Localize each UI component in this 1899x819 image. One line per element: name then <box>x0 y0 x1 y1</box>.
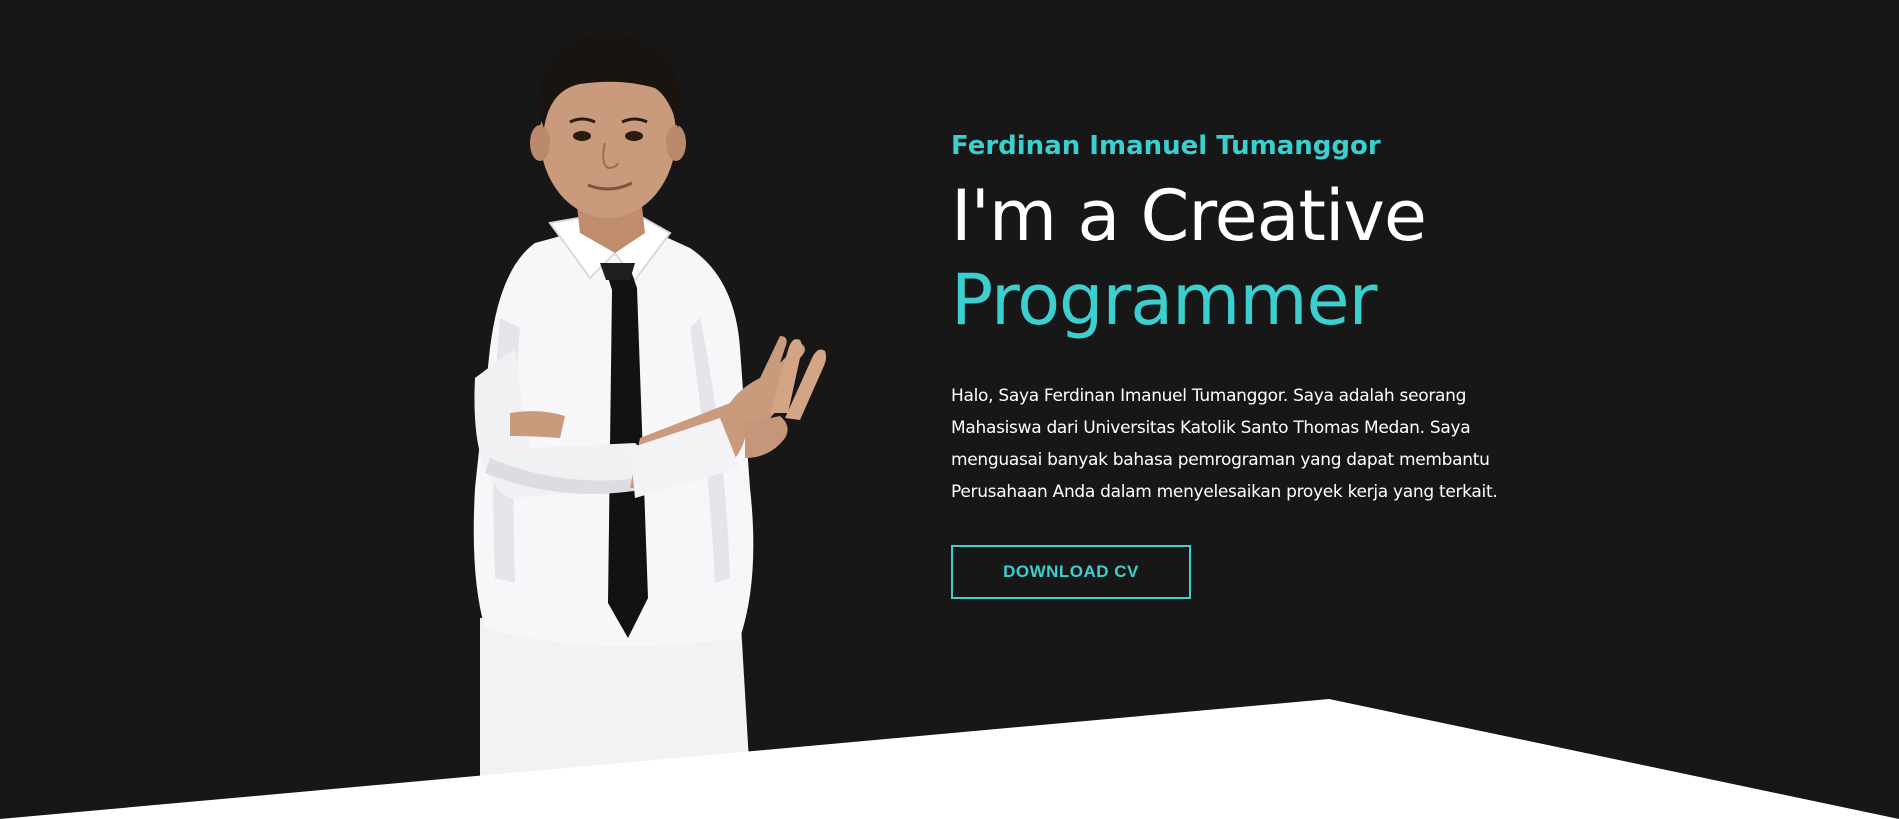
hero-headline: I'm a Creative Programmer <box>951 174 1551 342</box>
profile-photo <box>473 34 827 778</box>
section-divider-shape <box>0 699 1899 819</box>
headline-accent: Programmer <box>951 259 1377 341</box>
hero-content: Ferdinan Imanuel Tumanggor I'm a Creativ… <box>951 126 1551 599</box>
download-cv-button[interactable]: DOWNLOAD CV <box>951 545 1191 599</box>
hero-bio: Halo, Saya Ferdinan Imanuel Tumanggor. S… <box>951 386 1498 502</box>
hero-section: Ferdinan Imanuel Tumanggor I'm a Creativ… <box>0 0 1899 819</box>
headline-main: I'm a Creative <box>951 175 1427 257</box>
hero-name: Ferdinan Imanuel Tumanggor <box>951 131 1381 161</box>
